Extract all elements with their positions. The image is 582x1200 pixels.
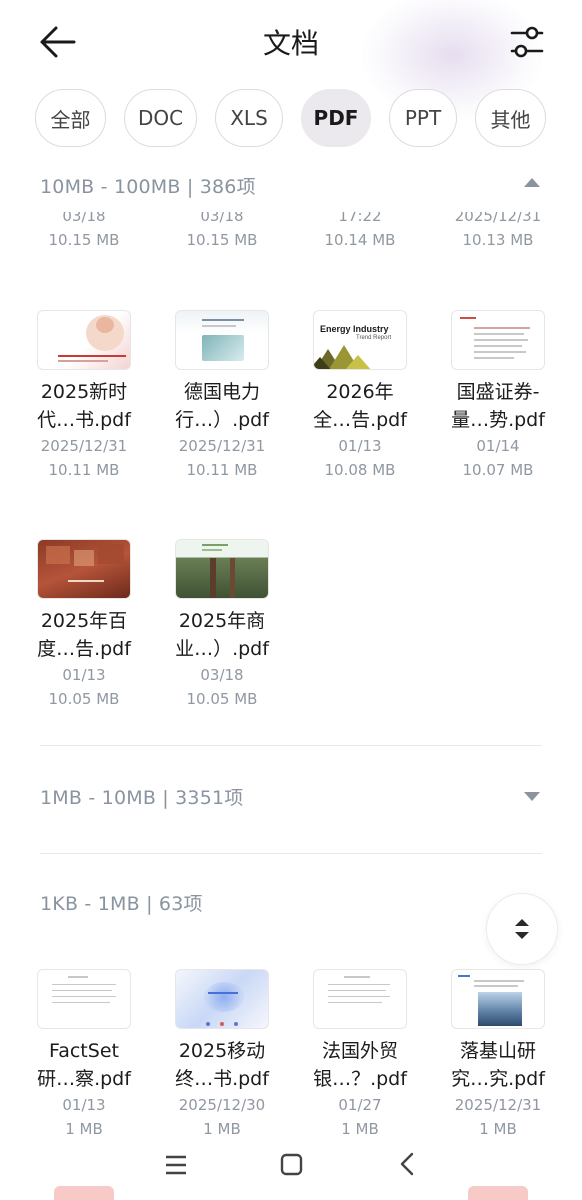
file-date: 2025/12/31 (178, 437, 266, 455)
menu-icon[interactable] (160, 1148, 194, 1182)
next-thumbnail-peek (54, 1186, 114, 1200)
pdf-thumbnail (313, 969, 407, 1029)
file-name: 国盛证券- 量…势.pdf (451, 381, 545, 431)
filter-sliders-icon[interactable] (510, 24, 544, 60)
pdf-thumbnail (451, 310, 545, 370)
file-name: 2026年 全…告.pdf (313, 381, 407, 431)
file-item[interactable]: 2025移动 终…书.pdf 2025/12/30 1 MB (162, 969, 282, 1141)
file-date: 2025/12/31 (454, 1096, 542, 1114)
file-name: 2025年商 业…）.pdf (175, 610, 269, 660)
file-name: 德国电力 行…）.pdf (175, 381, 269, 431)
tab-all[interactable]: 全部 (35, 89, 106, 147)
file-date: 01/27 (338, 1096, 382, 1114)
file-date: 2025/12/30 (178, 1096, 266, 1114)
file-size: 10.15 MB (48, 231, 120, 249)
pdf-thumbnail (175, 310, 269, 370)
file-date: 01/13 (62, 1096, 106, 1114)
file-item[interactable]: 国盛证券- 量…势.pdf 01/14 10.07 MB (438, 310, 558, 482)
next-thumbnail-peek (468, 1186, 528, 1200)
file-item[interactable]: 2025年商 业…）.pdf 03/18 10.05 MB (162, 539, 282, 711)
file-name: 2025移动 终…书.pdf (175, 1040, 269, 1090)
tab-doc[interactable]: DOC (124, 89, 197, 147)
pdf-thumbnail: Energy Industry Trend Report (313, 310, 407, 370)
expand-caret-icon[interactable] (524, 792, 540, 801)
file-size: 10.05 MB (48, 690, 120, 708)
tab-xls[interactable]: XLS (215, 89, 283, 147)
file-date: 03/18 (200, 666, 244, 684)
tab-ppt[interactable]: PPT (389, 89, 457, 147)
section-header-small[interactable]: 1KB - 1MB | 63项 (40, 889, 203, 916)
file-size: 10.07 MB (462, 461, 534, 479)
file-date: 01/13 (338, 437, 382, 455)
file-size: 10.11 MB (186, 461, 258, 479)
pdf-thumbnail (37, 310, 131, 370)
pdf-thumbnail (37, 969, 131, 1029)
section-header-medium[interactable]: 1MB - 10MB | 3351项 (40, 783, 542, 813)
file-size: 10.11 MB (48, 461, 120, 479)
pdf-thumbnail (175, 539, 269, 599)
tab-pdf[interactable]: PDF (301, 89, 371, 147)
section-header-large[interactable]: 10MB - 100MB | 386项 (0, 160, 582, 212)
thumb-title: Energy Industry (320, 324, 389, 334)
file-date: 2025/12/31 (40, 437, 128, 455)
file-name: 2025新时 代…书.pdf (37, 381, 131, 431)
file-name: 落基山研 究…究.pdf (451, 1040, 545, 1090)
file-name: 2025年百 度…告.pdf (37, 610, 131, 660)
file-size: 10.13 MB (462, 231, 534, 249)
scroll-toggle-button[interactable] (486, 893, 558, 965)
pdf-thumbnail (451, 969, 545, 1029)
file-item[interactable]: FactSet 研…察.pdf 01/13 1 MB (24, 969, 144, 1141)
tab-other[interactable]: 其他 (475, 89, 546, 147)
file-name: 法国外贸 银…？.pdf (313, 1040, 407, 1090)
pdf-thumbnail (175, 969, 269, 1029)
file-item[interactable]: 法国外贸 银…？.pdf 01/27 1 MB (300, 969, 420, 1141)
pdf-thumbnail (37, 539, 131, 599)
file-date: 01/13 (62, 666, 106, 684)
file-item[interactable]: 落基山研 究…究.pdf 2025/12/31 1 MB (438, 969, 558, 1141)
file-size: 10.08 MB (324, 461, 396, 479)
divider (40, 853, 542, 854)
file-item[interactable]: Energy Industry Trend Report 2026年 全…告.pd… (300, 310, 420, 482)
file-size: 10.05 MB (186, 690, 258, 708)
file-date: 01/14 (476, 437, 520, 455)
file-item[interactable]: 2025年百 度…告.pdf 01/13 10.05 MB (24, 539, 144, 711)
section-title: 10MB - 100MB | 386项 (40, 176, 256, 198)
up-down-caret-icon (515, 919, 529, 939)
section-title: 1KB - 1MB | 63项 (40, 893, 203, 915)
section-title: 1MB - 10MB | 3351项 (40, 787, 244, 809)
file-item[interactable]: 德国电力 行…）.pdf 2025/12/31 10.11 MB (162, 310, 282, 482)
divider (40, 745, 542, 746)
page-title: 文档 (262, 27, 319, 60)
file-name: FactSet 研…察.pdf (37, 1040, 131, 1090)
file-item[interactable]: 2025新时 代…书.pdf 2025/12/31 10.11 MB (24, 310, 144, 482)
collapse-caret-icon[interactable] (524, 178, 540, 187)
file-size: 10.15 MB (186, 231, 258, 249)
top-bar: 文档 (0, 0, 582, 120)
back-chevron-icon[interactable] (392, 1148, 426, 1182)
file-size: 10.14 MB (324, 231, 396, 249)
home-square-icon[interactable] (274, 1148, 308, 1182)
